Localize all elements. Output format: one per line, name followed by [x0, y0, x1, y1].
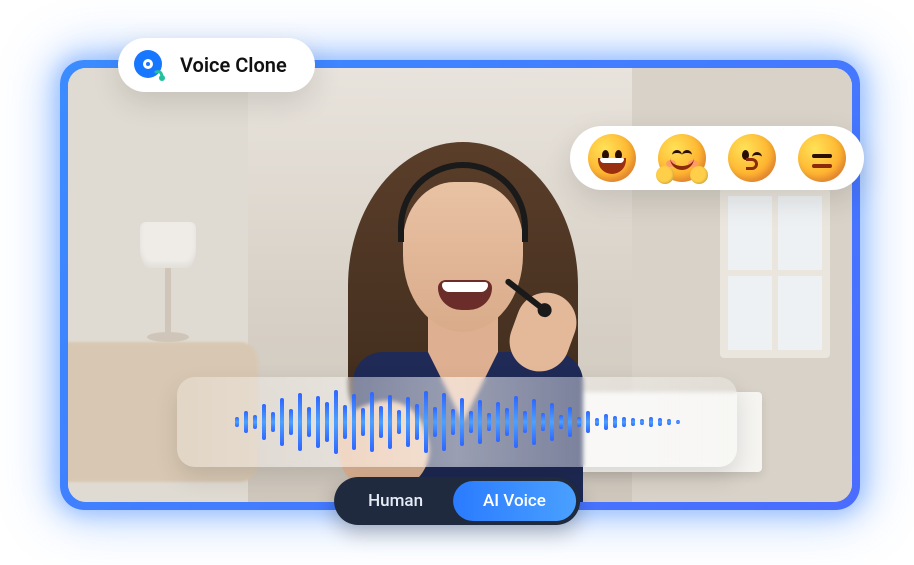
waveform-bar: [559, 415, 563, 429]
waveform-bar: [316, 396, 320, 448]
emoji-reaction-bar: [570, 126, 864, 190]
emoji-kissing[interactable]: [728, 134, 776, 182]
waveform-bar: [253, 415, 257, 429]
waveform-bar: [550, 403, 554, 441]
music-disc-icon: [132, 48, 166, 82]
waveform-bar: [361, 408, 365, 436]
waveform-bar: [631, 418, 635, 426]
waveform-bar: [433, 407, 437, 437]
voice-source-toggle[interactable]: Human AI Voice: [334, 477, 580, 525]
waveform-bar: [667, 419, 671, 425]
waveform-bar: [460, 398, 464, 446]
waveform-bar: [235, 417, 239, 427]
waveform-bar: [424, 391, 428, 453]
waveform-bar: [325, 402, 329, 442]
waveform-bar: [244, 411, 248, 433]
waveform-bar: [532, 399, 536, 445]
waveform-bar: [496, 402, 500, 442]
waveform-bar: [514, 396, 518, 448]
waveform-bar: [505, 408, 509, 436]
waveform-bar: [604, 414, 608, 430]
waveform-bar: [442, 393, 446, 451]
audio-waveform[interactable]: [177, 377, 737, 467]
waveform-bar: [271, 412, 275, 432]
waveform-bar: [640, 419, 644, 425]
waveform-bar: [379, 406, 383, 438]
voice-clone-label: Voice Clone: [180, 53, 287, 77]
waveform-bar: [658, 418, 662, 426]
waveform-bar: [523, 411, 527, 433]
toggle-option-human[interactable]: Human: [338, 481, 453, 521]
voice-clone-badge[interactable]: Voice Clone: [118, 38, 315, 92]
waveform-bar: [451, 409, 455, 435]
waveform-bar: [622, 417, 626, 427]
waveform-bar: [676, 420, 680, 424]
waveform-bar: [487, 413, 491, 431]
waveform-bar: [280, 398, 284, 446]
waveform-bar: [478, 400, 482, 444]
waveform-bar: [577, 417, 581, 427]
waveform-bar: [613, 416, 617, 428]
waveform-bar: [568, 407, 572, 437]
waveform-bar: [469, 411, 473, 433]
waveform-bar: [370, 392, 374, 452]
waveform-bar: [595, 418, 599, 426]
waveform-bar: [649, 417, 653, 427]
waveform-bar: [541, 413, 545, 431]
toggle-option-ai-voice[interactable]: AI Voice: [453, 481, 576, 521]
waveform-bar: [334, 390, 338, 454]
waveform-bar: [586, 411, 590, 433]
waveform-bar: [307, 407, 311, 437]
waveform-bar: [262, 404, 266, 440]
waveform-bar: [352, 394, 356, 450]
waveform-bar: [388, 395, 392, 449]
waveform-bar: [343, 405, 347, 439]
waveform-bar: [298, 393, 302, 451]
waveform-bar: [406, 397, 410, 447]
emoji-unamused[interactable]: [798, 134, 846, 182]
waveform-bar: [289, 409, 293, 435]
waveform-bar: [397, 410, 401, 434]
waveform-bar: [415, 404, 419, 440]
emoji-hugging[interactable]: [658, 134, 706, 182]
emoji-happy[interactable]: [588, 134, 636, 182]
